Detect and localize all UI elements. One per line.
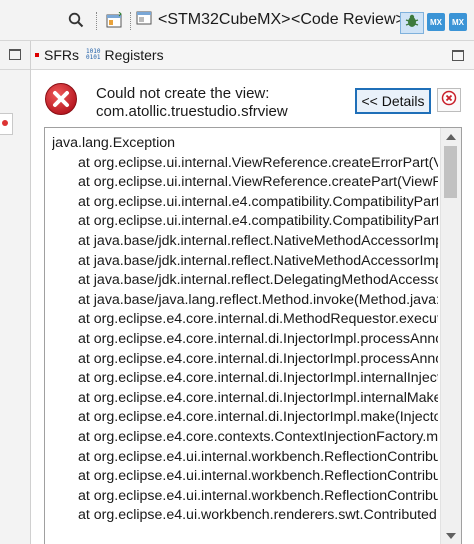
- stack-trace-line: at org.eclipse.ui.internal.e4.compatibil…: [78, 193, 438, 210]
- toolbar-separator: [130, 12, 131, 30]
- tab-sfrs[interactable]: SFRs: [35, 41, 79, 69]
- scrollbar-thumb[interactable]: [444, 146, 457, 198]
- stack-trace-line: at org.eclipse.e4.ui.internal.workbench.…: [78, 487, 438, 504]
- perspective-code-review[interactable]: <Code Review>: [291, 0, 405, 40]
- error-icon: [44, 82, 78, 116]
- open-perspective-icon[interactable]: [104, 0, 126, 40]
- stack-trace-line: at org.eclipse.e4.ui.internal.workbench.…: [78, 448, 438, 465]
- stack-trace-line: at org.eclipse.e4.core.internal.di.Injec…: [78, 389, 438, 406]
- perspective-stm32cubemx[interactable]: <STM32CubeMX>: [136, 0, 291, 40]
- error-log-icon: [441, 90, 457, 111]
- stack-trace-line: at java.base/java.lang.reflect.Method.in…: [78, 291, 438, 308]
- stack-trace-line: at org.eclipse.ui.internal.ViewReference…: [78, 154, 438, 171]
- toolbar-separator: [96, 12, 97, 30]
- scroll-up-icon[interactable]: [446, 134, 456, 140]
- perspective-label: <Code Review>: [291, 11, 405, 28]
- left-panel-tabbar: [0, 41, 30, 70]
- scroll-down-icon[interactable]: [446, 533, 456, 539]
- tab-label: Registers: [104, 47, 164, 63]
- vertical-scrollbar[interactable]: [440, 128, 461, 544]
- registers-icon: 1010 0101: [86, 48, 101, 61]
- stack-trace-line: at org.eclipse.e4.core.internal.di.Injec…: [78, 409, 438, 426]
- stack-trace-line: at org.eclipse.e4.ui.workbench.renderers…: [78, 507, 438, 524]
- restore-icon[interactable]: [9, 49, 21, 60]
- stack-trace-line: at org.eclipse.e4.core.internal.di.Injec…: [78, 370, 438, 387]
- stack-trace-line: at org.eclipse.ui.internal.e4.compatibil…: [78, 213, 438, 230]
- mx-icon[interactable]: MX: [449, 13, 467, 31]
- stack-trace-line: at java.base/jdk.internal.reflect.Native…: [78, 232, 438, 249]
- stack-trace-line: at org.eclipse.e4.core.internal.di.Injec…: [78, 350, 438, 367]
- stack-trace-line: at java.base/jdk.internal.reflect.Native…: [78, 252, 438, 269]
- tab-label: SFRs: [44, 47, 79, 63]
- details-button[interactable]: << Details: [355, 88, 431, 114]
- perspective-label: <STM32CubeMX>: [158, 11, 291, 28]
- view-tabbar: SFRs 1010 0101 Registers: [31, 41, 474, 70]
- stack-trace-lines: java.lang.Exception at org.eclipse.ui.int…: [52, 134, 438, 526]
- stack-trace-line: at org.eclipse.ui.internal.ViewReference…: [78, 174, 438, 191]
- debug-perspective-button[interactable]: [400, 12, 424, 34]
- stack-trace-line: at java.base/jdk.internal.reflect.Delega…: [78, 272, 438, 289]
- perspective-icon: [136, 10, 152, 31]
- stack-trace-line: at org.eclipse.e4.core.contexts.ContextI…: [78, 428, 438, 445]
- error-line-2: com.atollic.truestudio.sfrview: [96, 103, 288, 120]
- open-log-button[interactable]: [437, 88, 461, 112]
- tab-registers[interactable]: 1010 0101 Registers: [86, 41, 164, 69]
- stack-trace-line: at org.eclipse.e4.core.internal.di.Metho…: [78, 311, 438, 328]
- main-toolbar: <STM32CubeMX> <Code Review> MX MX: [0, 0, 474, 41]
- left-panel: [0, 41, 31, 544]
- mx-icon[interactable]: MX: [427, 13, 445, 31]
- stack-trace-line: at org.eclipse.e4.core.internal.di.Injec…: [78, 330, 438, 347]
- debug-icon: [404, 13, 420, 34]
- search-icon[interactable]: [66, 0, 86, 40]
- error-line-1: Could not create the view:: [96, 85, 270, 102]
- minimized-view-icon[interactable]: [0, 113, 13, 135]
- stack-trace-area[interactable]: java.lang.Exception at org.eclipse.ui.int…: [44, 127, 462, 544]
- stack-trace-line: at org.eclipse.e4.ui.internal.workbench.…: [78, 468, 438, 485]
- restore-icon[interactable]: [452, 50, 464, 61]
- error-message: Could not create the view: com.atollic.t…: [96, 85, 346, 121]
- stack-trace-line: java.lang.Exception: [52, 135, 176, 151]
- sfrs-icon: [35, 53, 39, 57]
